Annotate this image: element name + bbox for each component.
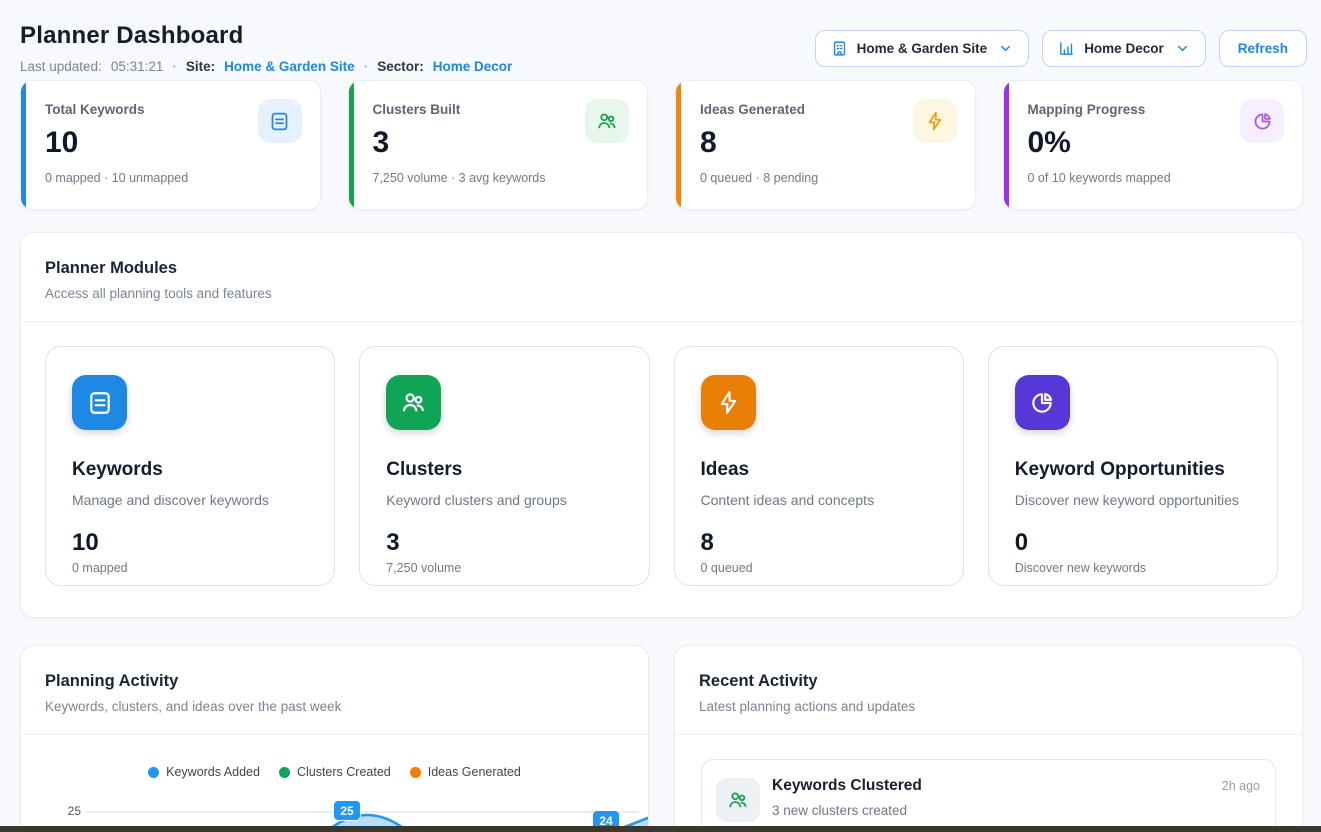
module-description: Manage and discover keywords <box>72 492 308 508</box>
area-chart <box>21 766 649 832</box>
site-dropdown[interactable]: Home & Garden Site <box>815 30 1030 67</box>
pie-chart-icon <box>1240 99 1284 143</box>
sector-link[interactable]: Home Decor <box>433 59 513 74</box>
planning-activity-card: Planning Activity Keywords, clusters, an… <box>20 645 649 832</box>
module-card-keywords[interactable]: Keywords Manage and discover keywords 10… <box>45 346 335 586</box>
meta-separator: · <box>364 59 369 74</box>
recent-activity-title: Recent Activity <box>675 646 1302 691</box>
module-title: Keywords <box>72 459 308 481</box>
zap-icon <box>913 99 957 143</box>
header-actions: Home & Garden Site Home Decor Refresh <box>815 30 1307 67</box>
planning-activity-subtitle: Keywords, clusters, and ideas over the p… <box>21 691 648 714</box>
site-link[interactable]: Home & Garden Site <box>224 59 355 74</box>
sector-label: Sector: <box>377 59 424 74</box>
bottom-row: Planning Activity Keywords, clusters, an… <box>20 645 1303 832</box>
users-icon <box>716 778 760 822</box>
sector-dropdown-label: Home Decor <box>1084 41 1164 56</box>
activity-item-time: 2h ago <box>1222 779 1260 793</box>
site-dropdown-label: Home & Garden Site <box>857 41 988 56</box>
stat-sub: 0 mapped · 10 unmapped <box>45 171 302 185</box>
module-sub: Discover new keywords <box>1015 561 1251 575</box>
modules-subtitle: Access all planning tools and features <box>45 286 1278 301</box>
bar-chart-icon <box>1058 40 1075 57</box>
recent-activity-card: Recent Activity Latest planning actions … <box>674 645 1303 832</box>
last-updated-time: 05:31:21 <box>111 59 164 74</box>
sector-dropdown[interactable]: Home Decor <box>1042 30 1206 67</box>
divider <box>675 734 1302 735</box>
accent-stripe <box>21 81 26 209</box>
modules-title: Planner Modules <box>45 259 1278 278</box>
header-meta: Last updated: 05:31:21 · Site: Home & Ga… <box>20 59 512 74</box>
recent-activity-subtitle: Latest planning actions and updates <box>675 691 1302 714</box>
chevron-down-icon <box>1175 41 1190 56</box>
stat-card-mapping-progress: Mapping Progress 0% 0 of 10 keywords map… <box>1003 80 1304 210</box>
stat-card-total-keywords: Total Keywords 10 0 mapped · 10 unmapped <box>20 80 321 210</box>
modules-grid: Keywords Manage and discover keywords 10… <box>21 322 1302 610</box>
module-card-keyword-opportunities[interactable]: Keyword Opportunities Discover new keywo… <box>988 346 1278 586</box>
module-title: Ideas <box>701 459 937 481</box>
module-sub: 7,250 volume <box>386 561 622 575</box>
activity-item-keywords-clustered[interactable]: Keywords Clustered 3 new clusters create… <box>701 759 1276 832</box>
activity-item-title: Keywords Clustered <box>772 777 922 795</box>
chevron-down-icon <box>998 41 1013 56</box>
site-label: Site: <box>186 59 215 74</box>
planning-activity-title: Planning Activity <box>21 646 648 691</box>
module-description: Keyword clusters and groups <box>386 492 622 508</box>
users-icon <box>386 375 441 430</box>
module-description: Content ideas and concepts <box>701 492 937 508</box>
document-icon <box>72 375 127 430</box>
stat-sub: 0 of 10 keywords mapped <box>1028 171 1285 185</box>
bottom-edge-bar <box>0 826 1321 832</box>
users-icon <box>585 99 629 143</box>
accent-stripe <box>1004 81 1009 209</box>
module-card-ideas[interactable]: Ideas Content ideas and concepts 8 0 que… <box>674 346 964 586</box>
refresh-button-label: Refresh <box>1238 41 1288 56</box>
stats-row: Total Keywords 10 0 mapped · 10 unmapped… <box>20 80 1303 210</box>
stat-card-clusters-built: Clusters Built 3 7,250 volume · 3 avg ke… <box>348 80 649 210</box>
module-value: 8 <box>701 529 937 557</box>
data-point-badge: 25 <box>334 801 360 820</box>
module-description: Discover new keyword opportunities <box>1015 492 1251 508</box>
module-title: Clusters <box>386 459 622 481</box>
module-card-clusters[interactable]: Clusters Keyword clusters and groups 3 7… <box>359 346 649 586</box>
document-icon <box>258 99 302 143</box>
refresh-button[interactable]: Refresh <box>1219 30 1307 67</box>
last-updated-label: Last updated: <box>20 59 102 74</box>
page-title: Planner Dashboard <box>20 22 243 50</box>
zap-icon <box>701 375 756 430</box>
module-value: 0 <box>1015 529 1251 557</box>
meta-separator: · <box>172 59 177 74</box>
pie-chart-icon <box>1015 375 1070 430</box>
module-value: 10 <box>72 529 308 557</box>
accent-stripe <box>676 81 681 209</box>
building-icon <box>831 40 848 57</box>
module-sub: 0 queued <box>701 561 937 575</box>
module-sub: 0 mapped <box>72 561 308 575</box>
module-title: Keyword Opportunities <box>1015 459 1251 481</box>
divider <box>21 734 648 735</box>
module-value: 3 <box>386 529 622 557</box>
accent-stripe <box>349 81 354 209</box>
activity-item-description: 3 new clusters created <box>772 803 907 818</box>
stat-card-ideas-generated: Ideas Generated 8 0 queued · 8 pending <box>675 80 976 210</box>
planner-modules-panel: Planner Modules Access all planning tool… <box>20 232 1303 618</box>
planner-dashboard-page: Planner Dashboard Last updated: 05:31:21… <box>0 0 1321 832</box>
stat-sub: 0 queued · 8 pending <box>700 171 957 185</box>
stat-sub: 7,250 volume · 3 avg keywords <box>373 171 630 185</box>
